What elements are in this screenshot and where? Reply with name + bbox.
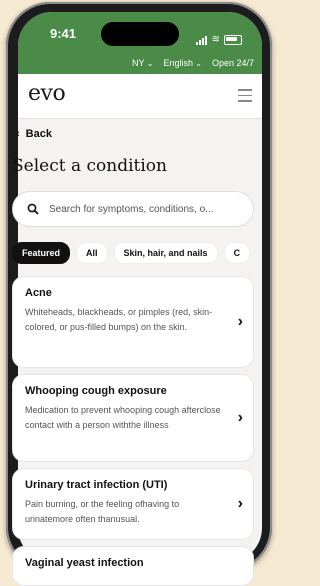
filter-chip-featured[interactable]: Featured <box>12 242 71 264</box>
chevron-right-icon: › <box>237 313 243 330</box>
chevron-right-icon: › <box>237 409 243 426</box>
condition-title: Acne <box>25 287 52 299</box>
page-title: Select a condition <box>12 156 167 176</box>
condition-description: Medication to prevent whooping cough aft… <box>25 405 221 430</box>
condition-description: Pain burning, or the feeling ofhaving to… <box>25 499 180 524</box>
filter-chip-skin-hair-nails[interactable]: Skin, hair, and nails <box>113 242 218 264</box>
filter-chip-more[interactable]: C <box>223 242 251 264</box>
condition-title: Vaginal yeast infection <box>25 557 144 569</box>
condition-card-yeast-infection[interactable]: Vaginal yeast infection <box>12 546 254 586</box>
chevron-right-icon: › <box>237 495 243 512</box>
chevron-left-icon: ‹ <box>16 128 20 140</box>
condition-title: Whooping cough exposure <box>25 385 167 397</box>
search-icon <box>27 203 39 215</box>
back-button[interactable]: ‹ Back <box>16 128 52 140</box>
condition-description: Whiteheads, blackheads, or pimples (red,… <box>25 307 213 332</box>
back-label: Back <box>25 128 52 140</box>
search-input[interactable] <box>47 202 251 216</box>
filter-chip-all[interactable]: All <box>76 242 108 264</box>
condition-title: Urinary tract infection (UTI) <box>25 479 168 491</box>
condition-card-whooping-cough[interactable]: Whooping cough exposure Medication to pr… <box>12 374 254 462</box>
condition-card-acne[interactable]: Acne Whiteheads, blackheads, or pimples … <box>12 276 254 368</box>
phone-frame: 9:41 ≋ NY English Open 24/7 evo ‹ Back S… <box>6 2 272 586</box>
filter-chips: Featured All Skin, hair, and nails C <box>12 242 251 264</box>
search-bar[interactable] <box>12 191 254 227</box>
condition-card-uti[interactable]: Urinary tract infection (UTI) Pain burni… <box>12 468 254 540</box>
